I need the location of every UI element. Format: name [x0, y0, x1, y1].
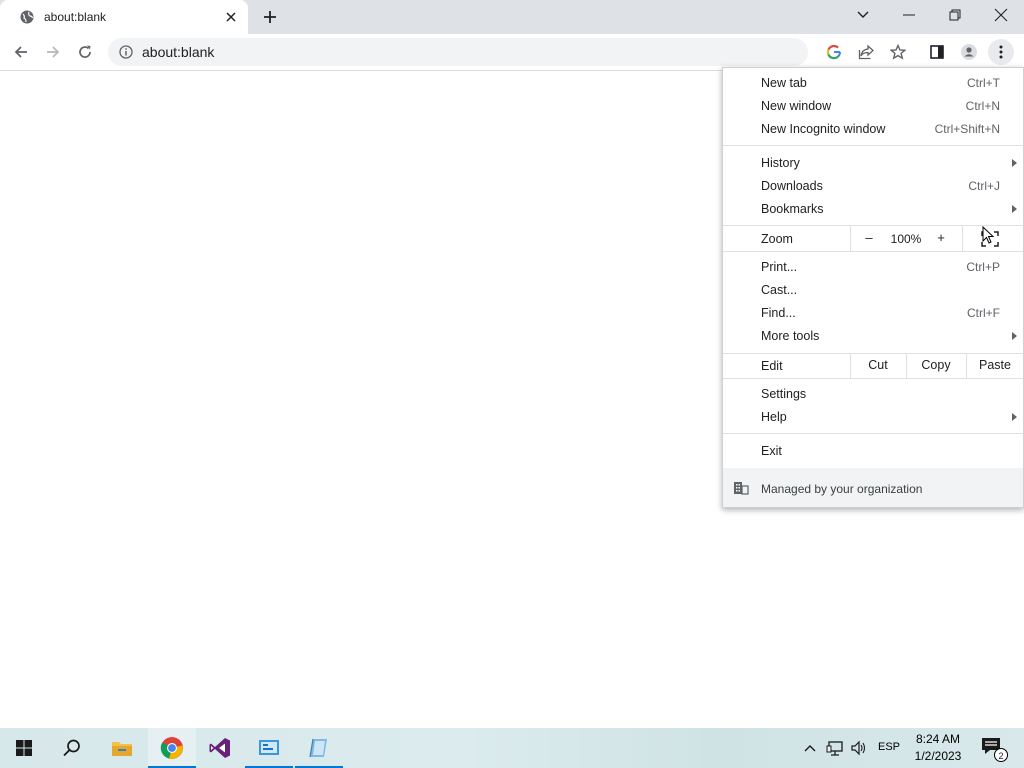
star-icon[interactable] [885, 39, 911, 65]
close-window-icon[interactable] [978, 0, 1024, 30]
forward-arrow-icon[interactable] [40, 39, 66, 65]
google-icon[interactable] [821, 39, 847, 65]
menu-item-print[interactable]: Print... Ctrl+P [723, 256, 1023, 279]
side-panel-icon[interactable] [924, 39, 950, 65]
submenu-arrow-icon [1012, 413, 1017, 421]
profile-icon[interactable] [956, 39, 982, 65]
cut-button[interactable]: Cut [851, 353, 905, 378]
menu-divider [723, 433, 1023, 434]
browser-toolbar: about:blank [0, 34, 1024, 71]
menu-item-help[interactable]: Help [723, 406, 1023, 429]
clock[interactable]: 8:24 AM 1/2/2023 [905, 731, 971, 765]
reload-icon[interactable] [72, 39, 98, 65]
tab-strip: about:blank [0, 0, 1024, 34]
info-icon[interactable] [119, 45, 133, 59]
globe-icon [20, 10, 34, 24]
language-indicator[interactable]: ESP [878, 741, 900, 753]
menu-item-history[interactable]: History [723, 152, 1023, 175]
chevron-up-icon[interactable] [802, 738, 818, 758]
submenu-arrow-icon [1012, 205, 1017, 213]
chrome-icon[interactable] [148, 728, 196, 768]
share-icon[interactable] [853, 39, 879, 65]
menu-item-more-tools[interactable]: More tools [723, 325, 1023, 348]
app-icon[interactable] [295, 728, 343, 768]
clock-date: 1/2/2023 [914, 749, 962, 763]
menu-item-new-incognito-window[interactable]: New Incognito window Ctrl+Shift+N [723, 118, 1023, 141]
zoom-out-button[interactable]: – [858, 230, 880, 248]
network-icon[interactable] [826, 738, 844, 758]
windows-start-icon[interactable] [0, 728, 48, 768]
menu-item-find[interactable]: Find... Ctrl+F [723, 302, 1023, 325]
windows-taskbar: ESP 8:24 AM 1/2/2023 2 [0, 728, 1024, 768]
tab-search-icon[interactable] [840, 0, 886, 30]
minimize-icon[interactable] [886, 0, 932, 30]
menu-divider [723, 145, 1023, 146]
plus-icon[interactable] [259, 6, 281, 28]
menu-item-bookmarks[interactable]: Bookmarks [723, 198, 1023, 221]
address-bar[interactable]: about:blank [108, 38, 808, 66]
kebab-menu-icon[interactable] [988, 39, 1014, 65]
chrome-menu: New tab Ctrl+T New window Ctrl+N New Inc… [722, 67, 1024, 508]
volume-icon[interactable] [850, 738, 868, 758]
notification-center-icon[interactable]: 2 [980, 736, 1008, 762]
browser-tab[interactable]: about:blank [0, 0, 248, 34]
notification-count: 2 [994, 748, 1008, 762]
submenu-arrow-icon [1012, 332, 1017, 340]
file-explorer-icon[interactable] [98, 728, 146, 768]
menu-zoom-row: Zoom – 100% + [723, 226, 1023, 251]
menu-divider [723, 251, 1023, 252]
building-icon [733, 481, 749, 495]
mouse-pointer-icon [982, 226, 995, 244]
menu-item-new-window[interactable]: New window Ctrl+N [723, 95, 1023, 118]
control-panel-icon[interactable] [245, 728, 293, 768]
restore-icon[interactable] [932, 0, 978, 30]
url-text[interactable]: about:blank [142, 44, 214, 60]
clock-time: 8:24 AM [915, 732, 961, 746]
menu-item-exit[interactable]: Exit [723, 440, 1023, 463]
back-arrow-icon[interactable] [8, 39, 34, 65]
menu-edit-row: Edit Cut Copy Paste [723, 353, 1023, 378]
menu-item-cast[interactable]: Cast... [723, 279, 1023, 302]
paste-button[interactable]: Paste [967, 353, 1023, 378]
menu-item-settings[interactable]: Settings [723, 383, 1023, 406]
search-icon[interactable] [48, 728, 96, 768]
menu-item-downloads[interactable]: Downloads Ctrl+J [723, 175, 1023, 198]
menu-item-new-tab[interactable]: New tab Ctrl+T [723, 72, 1023, 95]
zoom-in-button[interactable]: + [930, 230, 952, 248]
zoom-level: 100% [890, 232, 922, 246]
copy-button[interactable]: Copy [907, 353, 965, 378]
submenu-arrow-icon [1012, 159, 1017, 167]
close-icon[interactable] [222, 8, 240, 26]
managed-by-organization[interactable]: Managed by your organization [723, 468, 1023, 507]
visual-studio-icon[interactable] [196, 728, 244, 768]
menu-divider [723, 378, 1023, 379]
tab-title: about:blank [44, 10, 107, 24]
